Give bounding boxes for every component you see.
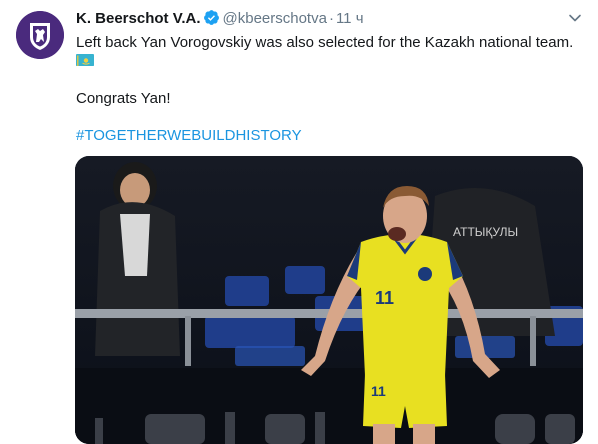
display-name[interactable]: K. Beerschot V.A.	[76, 10, 201, 27]
shorts-number: 11	[371, 383, 386, 399]
jersey-number: 11	[375, 288, 394, 308]
tweet-timestamp[interactable]: 11 ч	[336, 10, 364, 27]
tweet-photo[interactable]: ATTЫҚУЛЫ 11 11	[75, 156, 583, 444]
club-crest-icon[interactable]	[16, 11, 64, 59]
verified-badge-icon	[203, 9, 220, 31]
kazakhstan-flag-icon	[76, 54, 94, 66]
separator-dot: ·	[328, 10, 334, 27]
hashtag-link[interactable]: #TOGETHERWEBUILDHISTORY	[76, 126, 302, 146]
tweet-header: K. Beerschot V.A. @kbeerschotva · 11 ч	[76, 9, 364, 29]
chevron-down-icon[interactable]	[567, 10, 583, 26]
user-handle[interactable]: @kbeerschotva	[223, 10, 327, 27]
tweet-text-line: Congrats Yan!	[76, 90, 171, 107]
tweet-text-line: Left back Yan Vorogovskiy was also selec…	[76, 34, 574, 51]
steward-vest-text: ATTЫҚУЛЫ	[453, 225, 518, 239]
